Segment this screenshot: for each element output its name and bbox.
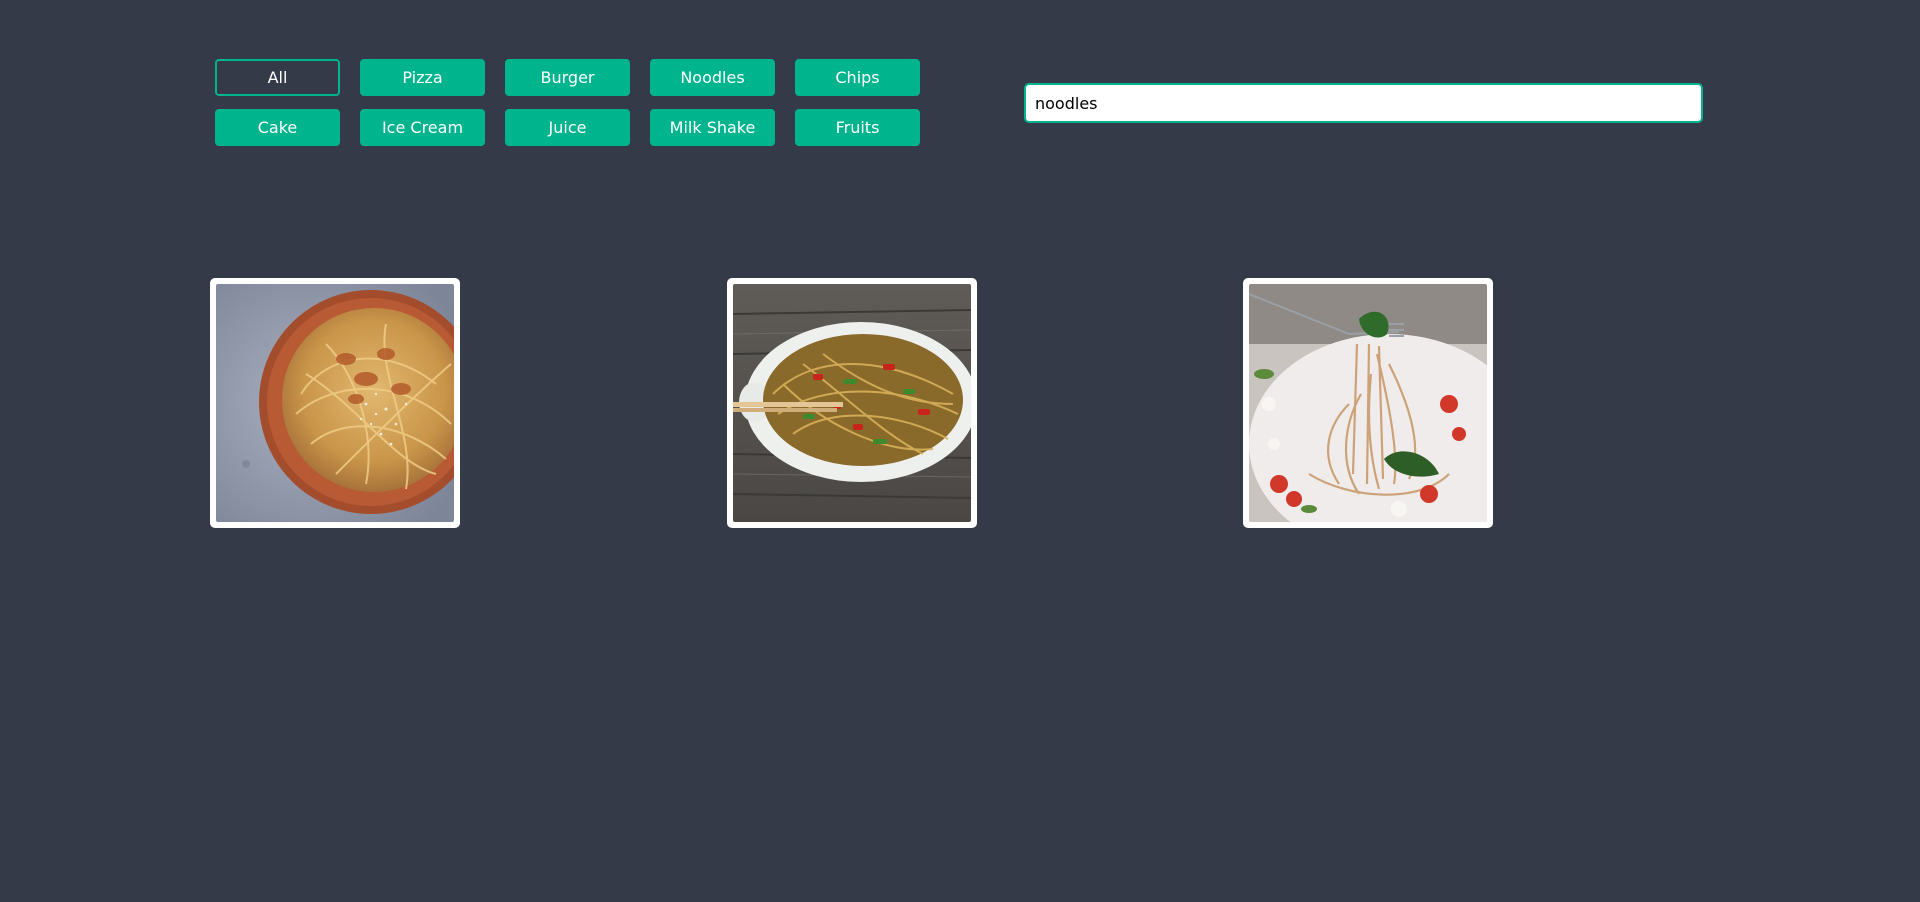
app-root: All Pizza Burger Noodles Chips Cake Ice … — [0, 0, 1920, 902]
gallery-card[interactable] — [727, 278, 977, 528]
filter-button-milk-shake[interactable]: Milk Shake — [650, 109, 775, 146]
filter-button-burger[interactable]: Burger — [505, 59, 630, 96]
filter-button-cake[interactable]: Cake — [215, 109, 340, 146]
filter-button-all[interactable]: All — [215, 59, 340, 96]
filter-button-ice-cream[interactable]: Ice Cream — [360, 109, 485, 146]
category-filter-group: All Pizza Burger Noodles Chips Cake Ice … — [215, 59, 945, 146]
food-gallery — [0, 278, 1920, 528]
filter-button-chips[interactable]: Chips — [795, 59, 920, 96]
filter-button-pizza[interactable]: Pizza — [360, 59, 485, 96]
stir-fry-noodles-image — [733, 284, 971, 522]
gallery-card[interactable] — [210, 278, 460, 528]
gallery-card[interactable] — [1243, 278, 1493, 528]
spaghetti-bowl-image — [216, 284, 454, 522]
filter-button-fruits[interactable]: Fruits — [795, 109, 920, 146]
filter-button-noodles[interactable]: Noodles — [650, 59, 775, 96]
filter-button-juice[interactable]: Juice — [505, 109, 630, 146]
search-input[interactable] — [1024, 83, 1703, 123]
pasta-on-fork-image — [1249, 284, 1487, 522]
